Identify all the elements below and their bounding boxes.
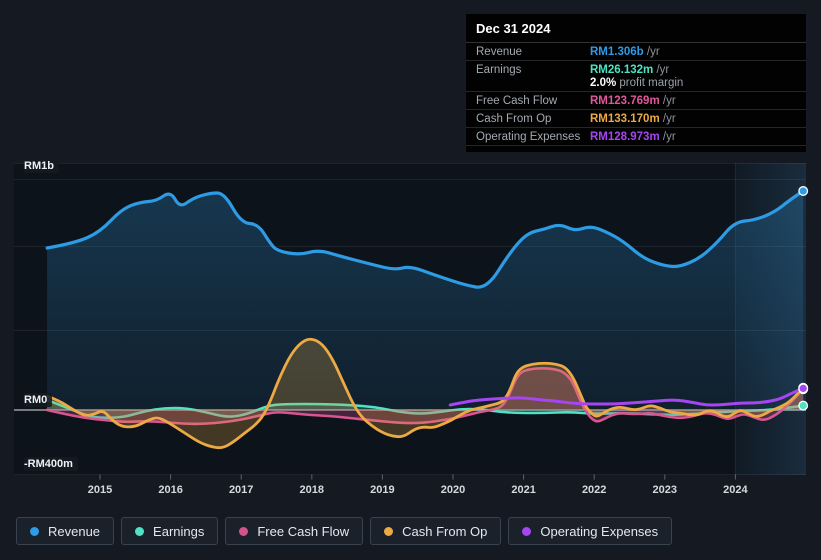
legend-item-free-cash-flow[interactable]: Free Cash Flow bbox=[225, 517, 364, 545]
legend-item-cash-from-op[interactable]: Cash From Op bbox=[370, 517, 502, 545]
chart-panel: RM1b RM0 -RM400m 2015 2016 2017 2018 2019 2020 2… bbox=[0, 0, 821, 560]
earnings-dot-icon bbox=[135, 526, 145, 536]
earnings-end-dot bbox=[798, 400, 809, 411]
legend-label: Earnings bbox=[153, 523, 205, 539]
legend-label: Cash From Op bbox=[402, 523, 488, 539]
tooltip-row-label: Cash From Op bbox=[476, 112, 552, 125]
x-axis-label-2017: 2017 bbox=[228, 484, 254, 496]
tooltip-row-label: Operating Expenses bbox=[476, 130, 581, 143]
x-axis-label-2021: 2021 bbox=[511, 484, 536, 496]
x-axis-label-2020: 2020 bbox=[440, 484, 466, 496]
tooltip-row-unit: /yr bbox=[659, 130, 676, 143]
x-axis-label-2015: 2015 bbox=[87, 484, 113, 496]
tooltip-row-earnings: Earnings RM26.132m /yr 2.0% profit margin bbox=[466, 61, 806, 92]
y-axis-label: RM1b bbox=[24, 159, 59, 173]
operating-expenses-end-dot bbox=[798, 383, 809, 394]
tooltip-row-unit: /yr bbox=[653, 63, 670, 76]
legend-label: Operating Expenses bbox=[540, 523, 659, 539]
revenue-dot-icon bbox=[30, 526, 39, 536]
tooltip-row-value: RM133.170m /yr bbox=[590, 112, 676, 125]
cash-from-op-dot-icon bbox=[384, 526, 394, 536]
y-axis-label: RM0 bbox=[24, 393, 53, 407]
profit-margin-note: 2.0% profit margin bbox=[590, 76, 684, 89]
revenue-end-dot bbox=[798, 186, 809, 196]
tooltip-row-label: Earnings bbox=[476, 63, 522, 76]
tooltip-row-unit: /yr bbox=[659, 94, 676, 107]
date-tooltip: Dec 31 2024 Revenue RM1.306b /yr Earnings R… bbox=[466, 14, 806, 152]
tooltip-row-operating-expenses: Operating Expenses RM128.973m /yr bbox=[466, 128, 806, 146]
tooltip-date: Dec 31 2024 bbox=[466, 14, 806, 43]
tooltip-row-value: RM26.132m /yr bbox=[590, 63, 670, 76]
x-axis-label-2022: 2022 bbox=[581, 484, 607, 496]
tooltip-row-revenue: Revenue RM1.306b /yr bbox=[466, 43, 806, 61]
legend-item-revenue[interactable]: Revenue bbox=[16, 517, 115, 545]
tooltip-row-unit: /yr bbox=[643, 45, 660, 58]
tooltip-row-value: RM1.306b /yr bbox=[590, 45, 660, 58]
free-cash-flow-dot-icon bbox=[239, 526, 249, 536]
legend: Revenue Earnings Free Cash Flow Cash From O… bbox=[16, 517, 673, 545]
tooltip-row-label: Free Cash Flow bbox=[476, 94, 558, 107]
x-axis-label-2023: 2023 bbox=[652, 484, 678, 496]
tooltip-row-cash-from-op: Cash From Op RM133.170m /yr bbox=[466, 110, 806, 128]
x-axis-label-2019: 2019 bbox=[370, 484, 395, 496]
tooltip-row-label: Revenue bbox=[476, 45, 523, 58]
operating-expenses-dot-icon bbox=[522, 526, 532, 536]
y-axis-label: -RM400m bbox=[24, 457, 78, 471]
legend-label: Revenue bbox=[48, 523, 101, 539]
tooltip-row-unit: /yr bbox=[659, 112, 676, 125]
legend-item-earnings[interactable]: Earnings bbox=[121, 517, 219, 545]
tooltip-row-free-cash-flow: Free Cash Flow RM123.769m /yr bbox=[466, 92, 806, 110]
x-axis-label-2016: 2016 bbox=[158, 484, 183, 496]
tooltip-row-value: RM128.973m /yr bbox=[590, 130, 676, 143]
legend-label: Free Cash Flow bbox=[257, 523, 350, 539]
legend-item-operating-expenses[interactable]: Operating Expenses bbox=[508, 517, 673, 545]
tooltip-row-value: RM123.769m /yr bbox=[590, 94, 676, 107]
x-axis-label-2024: 2024 bbox=[723, 484, 748, 496]
x-axis-label-2018: 2018 bbox=[299, 484, 325, 496]
